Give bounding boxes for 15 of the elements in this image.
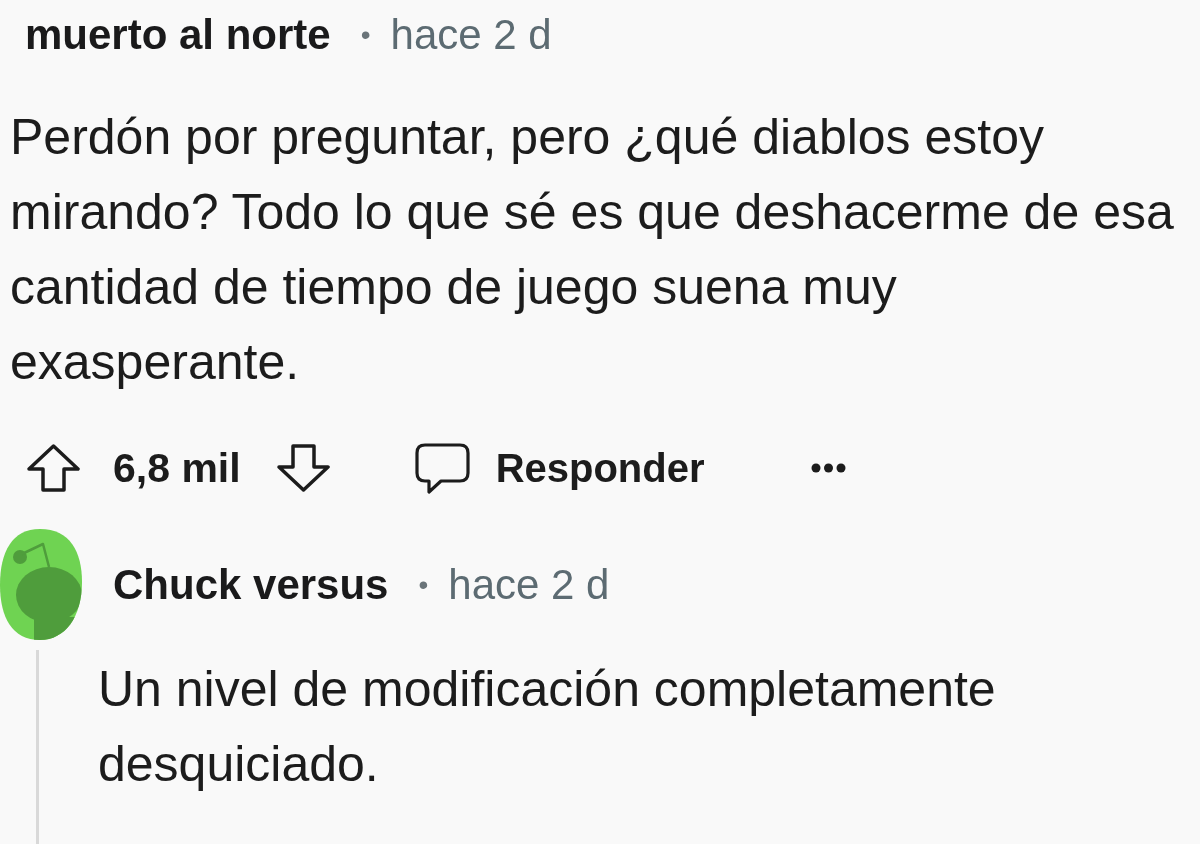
separator-dot: • xyxy=(418,568,429,601)
timestamp[interactable]: hace 2 d xyxy=(390,11,552,59)
comment-text: Perdón por preguntar, pero ¿qué diablos estoy mirando? Todo lo que sé es que deshacerme de esa cantidad de tiempo de juego suena muy exasperante. xyxy=(10,108,1175,392)
more-options-icon[interactable] xyxy=(810,463,846,473)
comment-text: Un nivel de modificación completamente desquiciado. xyxy=(98,660,997,794)
downvote-icon[interactable] xyxy=(276,444,330,492)
reply-button[interactable]: Responder xyxy=(414,442,705,494)
upvote-icon[interactable] xyxy=(27,444,80,492)
separator-dot: • xyxy=(360,19,371,51)
username[interactable]: muerto al norte xyxy=(25,11,331,59)
username[interactable]: Chuck versus xyxy=(113,560,389,609)
vote-count: 6,8 mil xyxy=(113,444,241,492)
speech-bubble-icon xyxy=(414,442,470,494)
timestamp[interactable]: hace 2 d xyxy=(448,560,610,609)
avatar-icon[interactable] xyxy=(0,527,82,642)
